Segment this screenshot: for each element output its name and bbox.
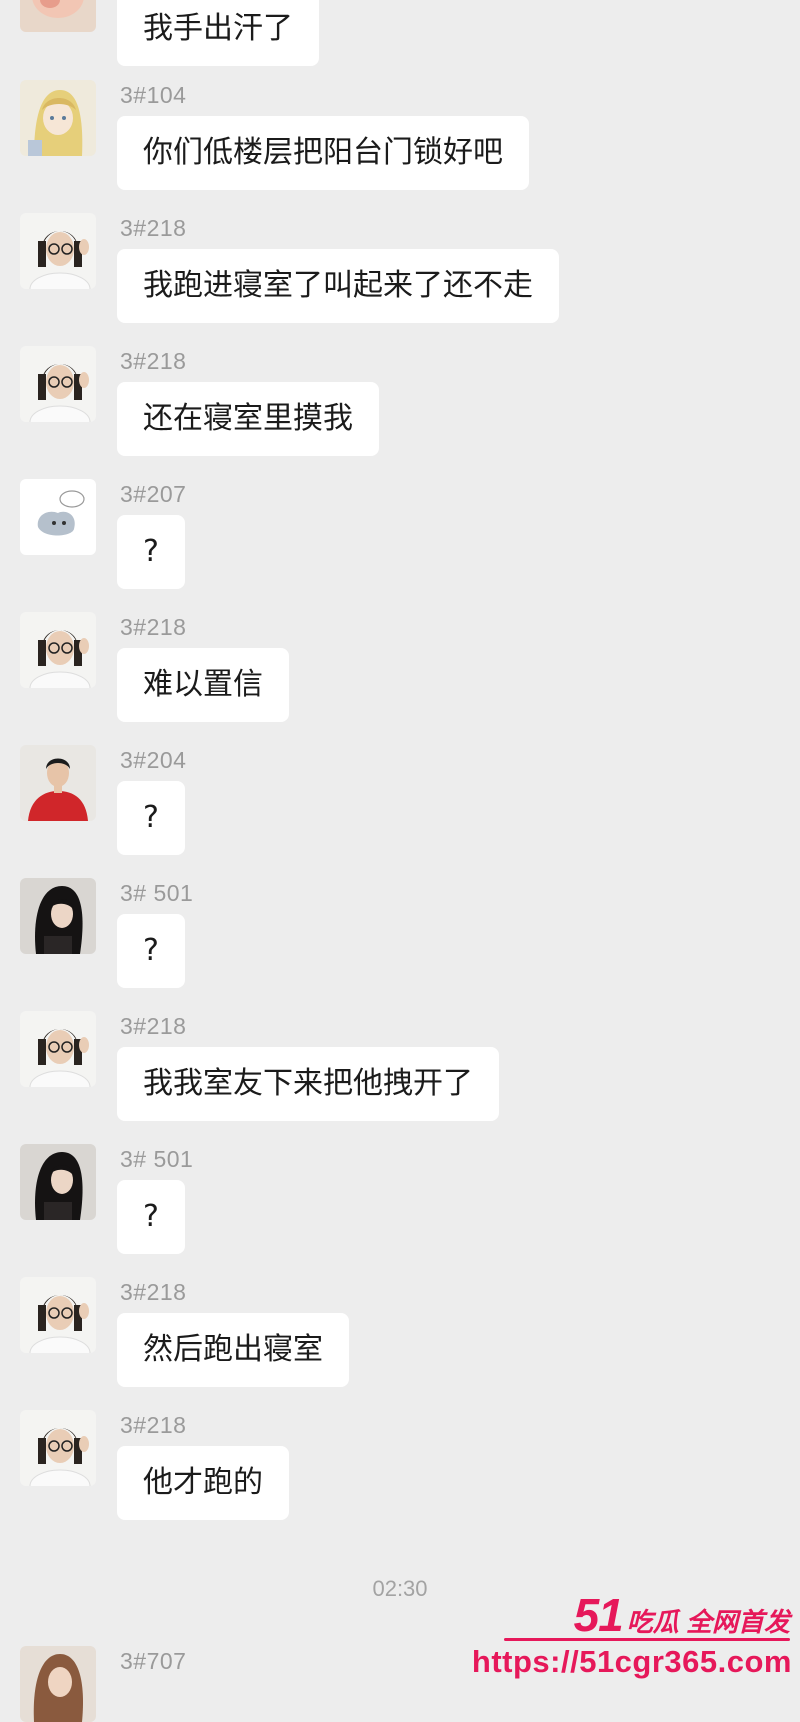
avatar-peach-icon[interactable] xyxy=(20,0,96,32)
avatar-anime-girl-icon[interactable] xyxy=(20,80,96,156)
watermark-brand-number: 51 xyxy=(573,1589,624,1641)
avatar-dark-hair-person-icon[interactable] xyxy=(20,878,96,954)
avatar-glasses-person-icon[interactable] xyxy=(20,346,96,422)
watermark-url: https://51cgr365.com xyxy=(471,1644,792,1679)
sender-name: 3#707 xyxy=(120,1648,187,1674)
avatar-brown-hair-person-icon[interactable] xyxy=(20,1646,96,1722)
message-bubble[interactable]: ? xyxy=(117,1180,185,1254)
avatar-glasses-person-icon[interactable] xyxy=(20,1410,96,1486)
avatar-glasses-person-icon[interactable] xyxy=(20,612,96,688)
message-bubble[interactable]: ? xyxy=(117,914,185,988)
avatar-red-shirt-person-icon[interactable] xyxy=(20,745,96,821)
message-bubble[interactable]: 他才跑的 xyxy=(117,1446,289,1520)
avatar-glasses-person-icon[interactable] xyxy=(20,1011,96,1087)
chat-area[interactable]: 我手出汗了 3#104 你们低楼层把阳台门锁好吧 3#218 我跑进寝室了叫起来… xyxy=(0,0,800,1722)
message-bubble[interactable]: 然后跑出寝室 xyxy=(117,1313,349,1387)
message-bubble[interactable]: ? xyxy=(117,781,185,855)
avatar-glasses-person-icon[interactable] xyxy=(20,1277,96,1353)
sender-name: 3#207 xyxy=(120,481,187,507)
sender-name: 3# 501 xyxy=(120,1146,194,1172)
sender-name: 3#204 xyxy=(120,747,187,773)
sender-name: 3#218 xyxy=(120,1013,187,1039)
sender-name: 3# 501 xyxy=(120,880,194,906)
message-bubble[interactable]: 还在寝室里摸我 xyxy=(117,382,379,456)
avatar-dark-hair-person-icon[interactable] xyxy=(20,1144,96,1220)
message-bubble[interactable]: ? xyxy=(117,515,185,589)
watermark: 51 吃瓜 全网首发 https://51cgr365.com xyxy=(472,1588,794,1683)
watermark-brand: 51 吃瓜 全网首发 xyxy=(574,1588,790,1642)
sender-name: 3#218 xyxy=(120,1412,187,1438)
avatar-glasses-person-icon[interactable] xyxy=(20,213,96,289)
message-bubble[interactable]: 我我室友下来把他拽开了 xyxy=(117,1047,499,1121)
message-bubble[interactable]: 难以置信 xyxy=(117,648,289,722)
sender-name: 3#218 xyxy=(120,1279,187,1305)
sender-name: 3#104 xyxy=(120,82,187,108)
avatar-cartoon-sketch-icon[interactable] xyxy=(20,479,96,555)
sender-name: 3#218 xyxy=(120,614,187,640)
message-bubble[interactable]: 我跑进寝室了叫起来了还不走 xyxy=(117,249,559,323)
message-bubble[interactable]: 你们低楼层把阳台门锁好吧 xyxy=(117,116,529,190)
sender-name: 3#218 xyxy=(120,348,187,374)
watermark-brand-tag: 吃瓜 全网首发 xyxy=(626,1607,790,1637)
sender-name: 3#218 xyxy=(120,215,187,241)
watermark-divider xyxy=(504,1638,790,1641)
message-bubble[interactable]: 我手出汗了 xyxy=(117,0,319,66)
